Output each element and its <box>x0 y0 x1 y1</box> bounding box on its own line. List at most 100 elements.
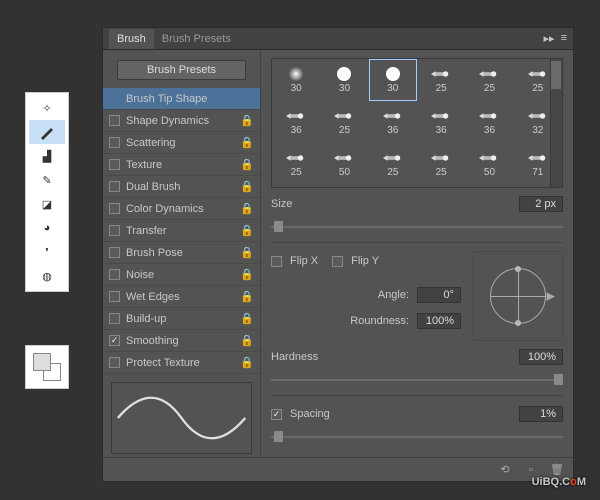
panel-collapse-icon[interactable]: ▸▸ <box>544 32 555 45</box>
size-value[interactable]: 2 px <box>519 196 563 212</box>
brush-tip-icon <box>334 66 354 82</box>
spacing-slider[interactable] <box>271 430 563 444</box>
option-checkbox[interactable] <box>109 225 120 236</box>
flip-x-checkbox[interactable] <box>271 256 282 267</box>
brush-preset-cell[interactable]: 30 <box>320 59 368 101</box>
hardness-value[interactable]: 100% <box>519 349 563 365</box>
tab-brush[interactable]: Brush <box>109 29 154 49</box>
blur-tool[interactable]: ❜ <box>29 240 65 264</box>
brush-preset-cell[interactable]: 25 <box>272 143 320 185</box>
option-checkbox[interactable] <box>109 247 120 258</box>
option-noise[interactable]: Noise 🔒 <box>103 264 260 286</box>
brush-size-label: 36 <box>436 125 447 136</box>
option-checkbox[interactable] <box>109 137 120 148</box>
brush-tool[interactable] <box>29 120 65 144</box>
brush-size-label: 25 <box>436 167 447 178</box>
option-checkbox[interactable] <box>109 159 120 170</box>
option-scattering[interactable]: Scattering🔒 <box>103 132 260 154</box>
brush-preset-cell[interactable]: 30 <box>272 59 320 101</box>
option-checkbox[interactable] <box>109 357 120 368</box>
brush-size-label: 30 <box>291 83 302 94</box>
option-checkbox[interactable] <box>109 203 120 214</box>
color-swatches[interactable] <box>25 345 69 389</box>
brush-preset-cell[interactable]: 36 <box>369 101 417 143</box>
roundness-value[interactable]: 100% <box>417 313 461 329</box>
lock-icon[interactable]: 🔒 <box>240 136 254 149</box>
brush-preset-cell[interactable]: 25 <box>417 59 465 101</box>
option-transfer[interactable]: Transfer🔒 <box>103 220 260 242</box>
option-checkbox[interactable] <box>109 335 120 346</box>
option-smoothing[interactable]: Smoothing🔒 <box>103 330 260 352</box>
lock-icon[interactable]: 🔒 <box>240 224 254 237</box>
eraser-tool[interactable]: ◪ <box>29 192 65 216</box>
spacing-checkbox[interactable] <box>271 409 282 420</box>
lock-icon[interactable]: 🔒 <box>240 246 254 259</box>
grid-scrollbar[interactable] <box>550 59 562 187</box>
option-dual-brush[interactable]: Dual Brush🔒 <box>103 176 260 198</box>
brush-preset-cell[interactable]: 25 <box>320 101 368 143</box>
size-label: Size <box>271 198 292 210</box>
option-checkbox[interactable] <box>109 313 120 324</box>
angle-roundness-widget[interactable]: ▶ <box>473 251 563 341</box>
toggle-preview-icon[interactable]: ⟲ <box>497 463 513 476</box>
option-protect-texture[interactable]: Protect Texture🔒 <box>103 352 260 374</box>
option-checkbox[interactable] <box>109 291 120 302</box>
option-shape-dynamics[interactable]: Shape Dynamics 🔒 <box>103 110 260 132</box>
flip-y-checkbox[interactable] <box>332 256 343 267</box>
lock-icon[interactable]: 🔒 <box>240 180 254 193</box>
size-slider[interactable] <box>271 220 563 234</box>
foreground-color-swatch[interactable] <box>33 353 51 371</box>
option-checkbox[interactable] <box>109 181 120 192</box>
brush-size-label: 36 <box>484 125 495 136</box>
lock-icon[interactable]: 🔒 <box>240 356 254 369</box>
brush-preset-cell[interactable]: 36 <box>417 101 465 143</box>
lock-icon[interactable]: 🔒 <box>240 334 254 347</box>
brush-tip-icon <box>431 108 451 124</box>
brush-preset-cell[interactable]: 25 <box>369 143 417 185</box>
option-label: Noise <box>126 269 154 281</box>
clone-stamp-tool[interactable]: ▟ <box>29 144 65 168</box>
option-build-up[interactable]: Build-up🔒 <box>103 308 260 330</box>
option-checkbox[interactable] <box>109 269 120 280</box>
brush-tip-icon <box>479 108 499 124</box>
lock-icon[interactable]: 🔒 <box>240 268 254 281</box>
brush-preset-cell[interactable]: 25 <box>417 143 465 185</box>
brush-preset-cell[interactable]: 36 <box>272 101 320 143</box>
brush-size-label: 30 <box>387 83 398 94</box>
brush-preset-cell[interactable]: 25 <box>465 59 513 101</box>
hardness-slider[interactable] <box>271 373 563 387</box>
option-color-dynamics[interactable]: Color Dynamics🔒 <box>103 198 260 220</box>
tool-palette: ✧ ▟ ✎ ◪ ◕ ❜ ◍ <box>25 92 69 292</box>
paint-bucket-tool[interactable]: ◕ <box>29 216 65 240</box>
angle-value[interactable]: 0° <box>417 287 461 303</box>
option-label: Shape Dynamics <box>126 115 209 127</box>
lock-icon[interactable]: 🔒 <box>240 312 254 325</box>
sponge-tool[interactable]: ◍ <box>29 264 65 288</box>
option-brush-tip-shape[interactable]: Brush Tip Shape <box>103 88 260 110</box>
brush-size-label: 25 <box>436 83 447 94</box>
brush-preset-cell[interactable]: 30 <box>369 59 417 101</box>
panel-menu-icon[interactable]: ≡ <box>561 32 567 45</box>
option-texture[interactable]: Texture🔒 <box>103 154 260 176</box>
option-brush-pose[interactable]: Brush Pose🔒 <box>103 242 260 264</box>
history-brush-tool[interactable]: ✎ <box>29 168 65 192</box>
option-checkbox[interactable] <box>109 115 120 126</box>
brush-size-label: 30 <box>339 83 350 94</box>
angle-label: Angle: <box>271 289 409 301</box>
spacing-value[interactable]: 1% <box>519 406 563 422</box>
brush-preset-cell[interactable]: 36 <box>465 101 513 143</box>
tab-brush-presets[interactable]: Brush Presets <box>154 29 239 49</box>
option-wet-edges[interactable]: Wet Edges🔒 <box>103 286 260 308</box>
healing-brush-tool[interactable]: ✧ <box>29 96 65 120</box>
brush-preset-cell[interactable]: 50 <box>465 143 513 185</box>
lock-icon[interactable]: 🔒 <box>240 290 254 303</box>
brush-size-label: 32 <box>532 125 543 136</box>
brush-tip-icon <box>431 66 451 82</box>
brush-presets-button[interactable]: Brush Presets <box>117 60 246 80</box>
lock-icon[interactable]: 🔒 <box>240 158 254 171</box>
scrollbar-thumb[interactable] <box>551 61 561 89</box>
lock-icon[interactable]: 🔒 <box>240 202 254 215</box>
lock-icon[interactable]: 🔒 <box>240 114 254 127</box>
brush-options-sidebar: Brush Presets Brush Tip ShapeShape Dynam… <box>103 50 261 457</box>
brush-preset-cell[interactable]: 50 <box>320 143 368 185</box>
